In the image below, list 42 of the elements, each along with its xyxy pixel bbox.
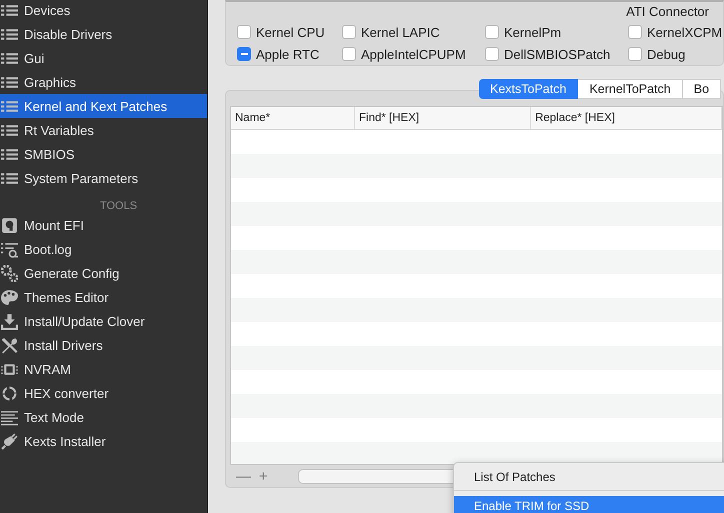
checkbox[interactable]: Apple RTC <box>237 45 342 63</box>
plug-icon <box>1 432 18 450</box>
column-header[interactable]: Replace* [HEX] <box>531 107 722 129</box>
menu-item[interactable]: Enable TRIM for SSD <box>454 496 724 513</box>
sidebar-item[interactable]: Install Drivers <box>0 333 207 357</box>
menu-item[interactable]: List Of Patches <box>454 467 724 486</box>
sidebar-item[interactable]: Disable Drivers <box>0 22 207 46</box>
sidebar-item[interactable]: Devices <box>0 0 207 22</box>
column-header[interactable]: Name* <box>231 107 355 129</box>
sidebar-item[interactable]: Text Mode <box>0 405 207 429</box>
sidebar-item[interactable]: Gui <box>0 46 207 70</box>
sidebar-item[interactable]: NVRAM <box>0 357 207 381</box>
checkbox[interactable]: DellSMBIOSPatch <box>485 45 628 63</box>
checkbox[interactable]: AppleIntelCPUPM <box>342 45 485 63</box>
sidebar-item[interactable]: Graphics <box>0 70 207 94</box>
sidebar-item[interactable]: Kexts Installer <box>0 429 207 453</box>
checkbox[interactable]: KernelPm <box>485 23 628 41</box>
refresh-icon <box>1 384 18 402</box>
tab[interactable]: KextsToPatch <box>479 79 578 99</box>
tab[interactable]: KernelToPatch <box>578 79 683 99</box>
checkbox[interactable]: Debug <box>628 45 724 63</box>
gears-icon <box>1 264 18 282</box>
download-icon <box>1 312 18 330</box>
sidebar-item[interactable]: System Parameters <box>0 166 207 190</box>
sidebar-item[interactable]: Mount EFI <box>0 213 207 237</box>
tab[interactable]: Bo <box>682 79 722 99</box>
sidebar-item[interactable]: Boot.log <box>0 237 207 261</box>
checkbox[interactable]: Kernel CPU <box>237 23 342 41</box>
text-lines-icon <box>1 408 18 426</box>
sidebar-item[interactable]: Kernel and Kext Patches <box>0 94 207 118</box>
panel-title: ATI Connector <box>625 3 710 20</box>
checkbox[interactable]: Kernel LAPIC <box>342 23 485 41</box>
sidebar-item[interactable]: Install/Update Clover <box>0 309 207 333</box>
sidebar-item[interactable]: HEX converter <box>0 381 207 405</box>
section-heading: TOOLS <box>98 199 138 213</box>
sidebar-item[interactable]: Rt Variables <box>0 118 207 142</box>
sidebar-item[interactable]: Themes Editor <box>0 285 207 309</box>
checkbox[interactable]: KernelXCPM <box>628 23 724 41</box>
column-header[interactable]: Find* [HEX] <box>355 107 532 129</box>
log-search-icon <box>1 240 18 258</box>
sidebar-item[interactable]: Generate Config <box>0 261 207 285</box>
sidebar-item[interactable]: SMBIOS <box>0 142 207 166</box>
